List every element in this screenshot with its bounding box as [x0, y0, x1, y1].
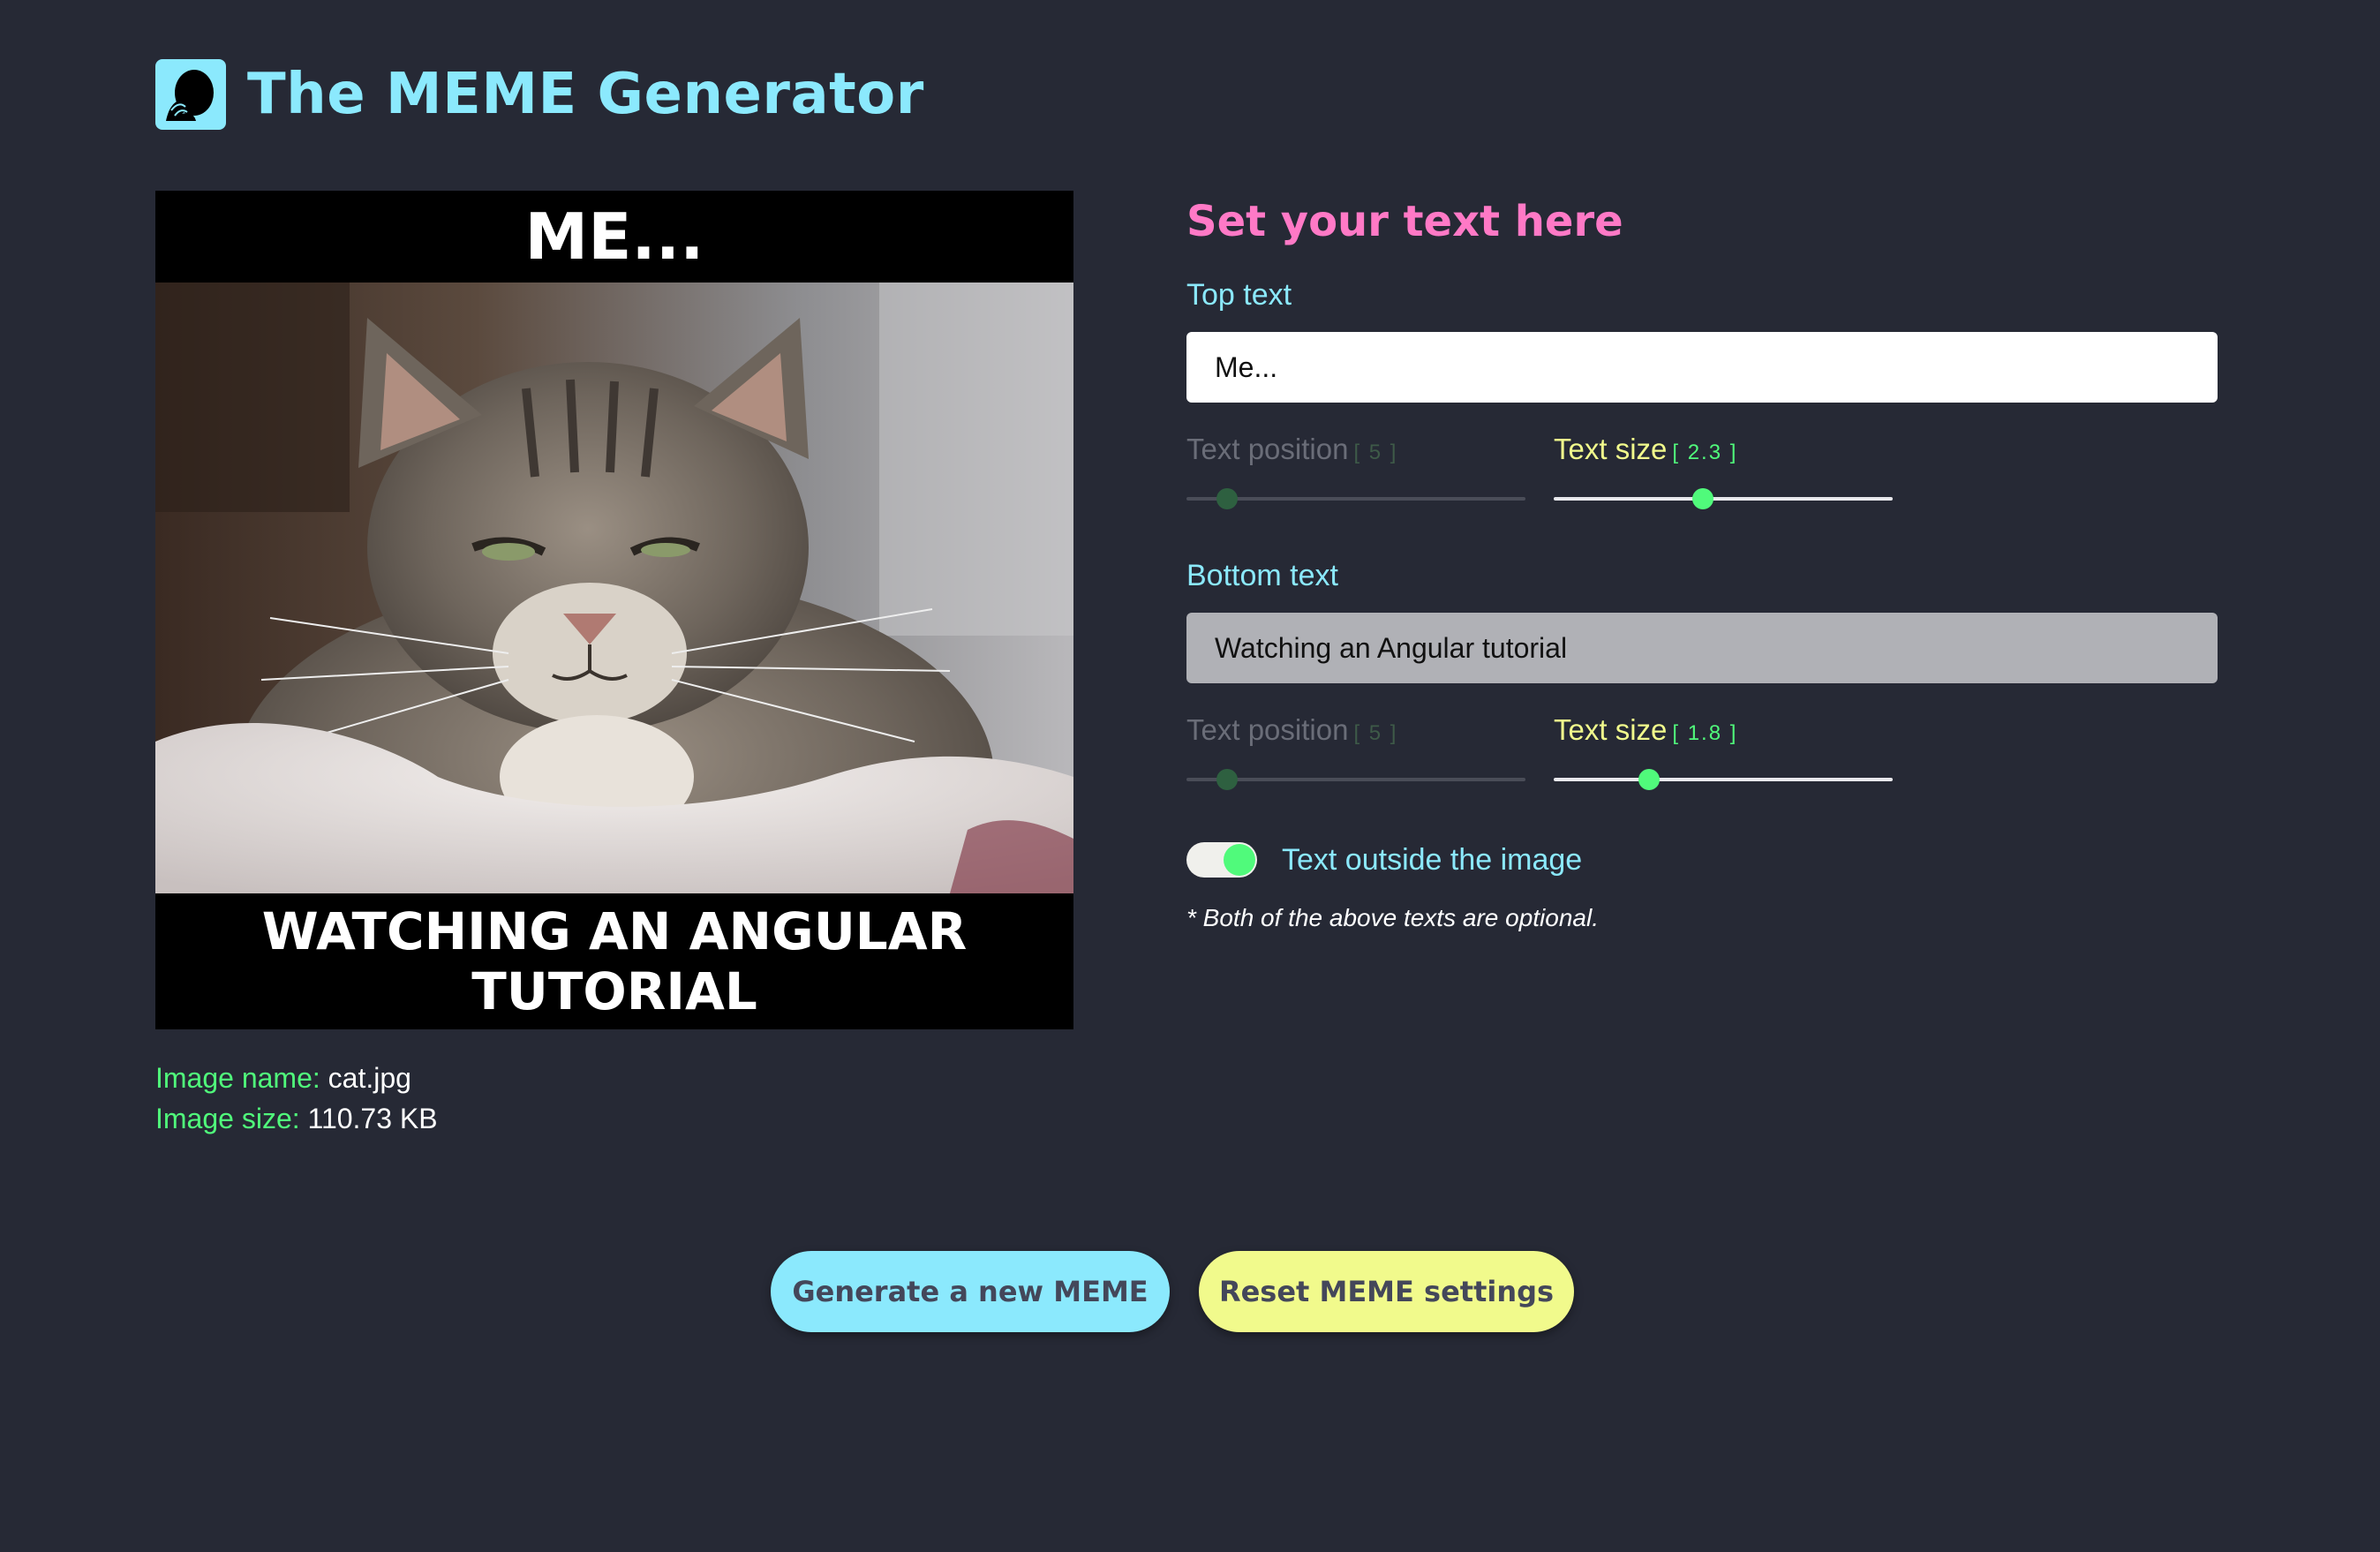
- top-text-size-slider[interactable]: Text size[ 2.3 ]: [1554, 433, 1893, 509]
- bottom-position-value: [ 5 ]: [1353, 721, 1398, 745]
- bottom-text-position-slider[interactable]: Text position[ 5 ]: [1186, 713, 1525, 790]
- top-size-thumb[interactable]: [1691, 488, 1713, 509]
- bottom-position-thumb[interactable]: [1216, 769, 1239, 790]
- toggle-knob: [1224, 844, 1255, 876]
- bottom-text-size-slider[interactable]: Text size[ 1.8 ]: [1554, 713, 1893, 790]
- bottom-position-label-row: Text position[ 5 ]: [1186, 713, 1525, 747]
- app-title: The MEME Generator: [247, 62, 924, 127]
- meme-bottom-text: Watching an Angular tutorial: [261, 901, 968, 1021]
- top-position-value: [ 5 ]: [1353, 441, 1398, 464]
- bottom-size-thumb[interactable]: [1638, 769, 1660, 790]
- text-outside-toggle-row: Text outside the image: [1186, 842, 1582, 878]
- bottom-text-input[interactable]: [1186, 613, 2218, 683]
- app-header: The MEME Generator: [155, 59, 924, 130]
- top-text-label: Top text: [1186, 278, 1292, 312]
- meme-preview: Me...: [155, 191, 1073, 1029]
- meme-image: [155, 283, 1073, 893]
- image-size-value: 110.73 KB: [307, 1103, 438, 1134]
- text-outside-toggle[interactable]: [1186, 842, 1257, 878]
- image-name-label: Image name:: [155, 1062, 320, 1094]
- top-size-value: [ 2.3 ]: [1672, 441, 1738, 464]
- top-position-thumb[interactable]: [1216, 488, 1239, 509]
- settings-heading: Set your text here: [1186, 197, 1623, 246]
- top-text-position-slider[interactable]: Text position[ 5 ]: [1186, 433, 1525, 509]
- top-size-track[interactable]: [1554, 488, 1893, 509]
- top-position-track[interactable]: [1186, 488, 1525, 509]
- generate-meme-button[interactable]: Generate a new MEME: [771, 1251, 1170, 1332]
- bottom-text-label: Bottom text: [1186, 559, 1338, 592]
- top-position-label: Text position: [1186, 433, 1349, 465]
- image-size-row: Image size: 110.73 KB: [155, 1098, 438, 1139]
- text-outside-toggle-label[interactable]: Text outside the image: [1282, 843, 1582, 878]
- top-size-label: Text size: [1554, 433, 1668, 465]
- top-size-label-row: Text size[ 2.3 ]: [1554, 433, 1893, 466]
- bottom-size-value: [ 1.8 ]: [1672, 721, 1738, 745]
- top-text-input[interactable]: [1186, 332, 2218, 403]
- settings-panel: Set your text here Top text Text positio…: [1186, 192, 2218, 931]
- bottom-position-label: Text position: [1186, 713, 1349, 746]
- optional-note: * Both of the above texts are optional.: [1186, 904, 1599, 931]
- meme-top-text: Me...: [524, 200, 704, 274]
- bottom-position-track[interactable]: [1186, 769, 1525, 790]
- image-size-label: Image size:: [155, 1103, 300, 1134]
- bottom-size-track[interactable]: [1554, 769, 1893, 790]
- image-info: Image name: cat.jpg Image size: 110.73 K…: [155, 1058, 438, 1139]
- top-position-label-row: Text position[ 5 ]: [1186, 433, 1525, 466]
- image-name-value: cat.jpg: [328, 1062, 411, 1094]
- face-palm-icon: [155, 59, 226, 130]
- reset-meme-button[interactable]: Reset MEME settings: [1199, 1251, 1574, 1332]
- bottom-size-label: Text size: [1554, 713, 1668, 746]
- image-name-row: Image name: cat.jpg: [155, 1058, 438, 1098]
- bottom-size-label-row: Text size[ 1.8 ]: [1554, 713, 1893, 747]
